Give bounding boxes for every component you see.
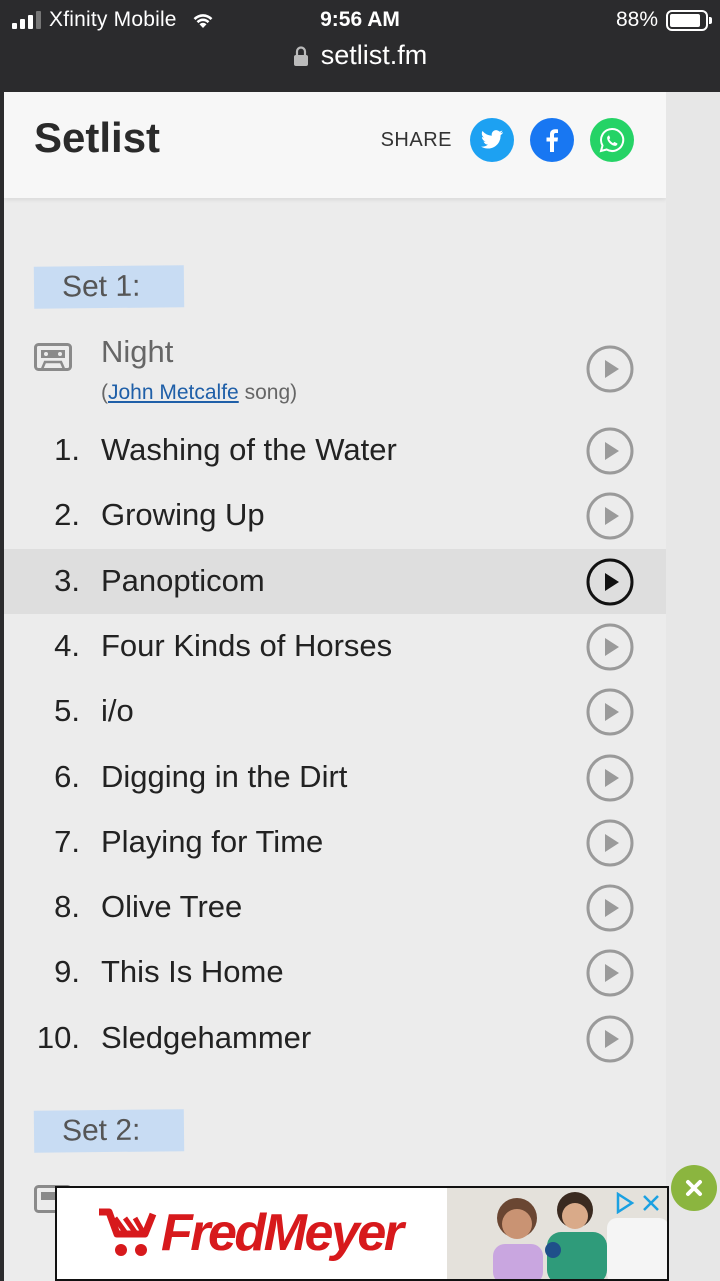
play-button[interactable] [586, 345, 634, 393]
song-row[interactable]: 6. Digging in the Dirt [4, 745, 666, 810]
play-button[interactable] [586, 884, 634, 932]
facebook-icon [546, 129, 558, 152]
share-bar: SHARE [381, 118, 634, 162]
song-row[interactable]: 3. Panopticom [4, 549, 666, 614]
song-title[interactable]: Digging in the Dirt [101, 759, 347, 795]
adchoices-icon[interactable] [615, 1192, 635, 1214]
ad-brand-name: FredMeyer [161, 1204, 404, 1262]
fred-meyer-cart-logo [99, 1208, 157, 1256]
song-number: 7. [54, 824, 80, 859]
twitter-icon [481, 130, 503, 149]
song-row[interactable]: 1. Washing of the Water [4, 418, 666, 483]
play-button[interactable] [586, 819, 634, 867]
url-text[interactable]: setlist.fm [321, 40, 428, 71]
song-title[interactable]: Growing Up [101, 497, 265, 533]
song-title[interactable]: Panopticom [101, 563, 265, 599]
attribution-open: ( [101, 381, 108, 404]
song-row[interactable]: 9. This Is Home [4, 940, 666, 1005]
page-title: Setlist [34, 114, 161, 161]
clock: 9:56 AM [320, 8, 400, 31]
whatsapp-share-button[interactable] [590, 118, 634, 162]
song-number: 9. [54, 954, 80, 989]
artist-link[interactable]: John Metcalfe [108, 381, 239, 404]
song-row[interactable]: 2. Growing Up [4, 483, 666, 548]
battery-icon [666, 9, 712, 31]
play-button[interactable] [586, 1015, 634, 1063]
song-number: 4. [54, 628, 80, 663]
close-icon [686, 1180, 702, 1196]
battery-group: 88% [615, 8, 712, 32]
close-ad-button[interactable] [671, 1165, 717, 1211]
battery-percent: 88% [615, 8, 658, 31]
song-number: 2. [54, 497, 80, 532]
set1-label-highlight: Set 1: [33, 265, 185, 309]
song-title[interactable]: Four Kinds of Horses [101, 628, 392, 664]
play-button[interactable] [586, 492, 634, 540]
play-button[interactable] [586, 949, 634, 997]
attribution-close: song) [238, 381, 298, 404]
song-title[interactable]: This Is Home [101, 954, 284, 990]
play-button[interactable] [586, 623, 634, 671]
intro-song-name: Night [101, 334, 174, 369]
song-row[interactable]: 8. Olive Tree [4, 875, 666, 940]
facebook-share-button[interactable] [530, 118, 574, 162]
set2-label: Set 2: [61, 1113, 141, 1148]
setlist-header: Setlist SHARE [4, 92, 666, 198]
song-number: 8. [54, 889, 80, 924]
intro-song-attribution: (John Metcalfe song) [101, 381, 297, 405]
song-row[interactable]: 10. Sledgehammer [4, 1006, 666, 1071]
share-label: SHARE [380, 128, 452, 151]
song-number: 6. [54, 759, 80, 794]
song-title[interactable]: Washing of the Water [101, 432, 397, 468]
address-bar[interactable]: setlist.fm [0, 40, 720, 71]
set2-label-highlight: Set 2: [33, 1109, 185, 1153]
play-button[interactable] [586, 558, 634, 606]
lock-icon [293, 45, 308, 66]
play-button[interactable] [586, 427, 634, 475]
ad-choices[interactable] [615, 1192, 661, 1214]
status-bar: Xfinity Mobile 9:56 AM 88% setlist.fm [0, 0, 720, 90]
ad-close-x-icon[interactable] [641, 1192, 661, 1214]
play-button[interactable] [586, 754, 634, 802]
play-button[interactable] [586, 688, 634, 736]
song-number: 10. [36, 1020, 80, 1055]
whatsapp-icon [599, 127, 625, 153]
ad-banner[interactable]: FredMeyer [55, 1186, 669, 1281]
song-title[interactable]: Olive Tree [101, 889, 242, 925]
song-row[interactable]: 4. Four Kinds of Horses [4, 614, 666, 679]
song-number: 1. [54, 432, 80, 467]
song-number: 5. [54, 693, 80, 728]
song-number: 3. [54, 563, 80, 598]
set1-label: Set 1: [61, 269, 141, 304]
page-gutter [666, 92, 720, 1281]
song-row[interactable]: 5. i/o [4, 679, 666, 744]
song-title[interactable]: Sledgehammer [101, 1020, 311, 1056]
tape-icon [34, 343, 72, 371]
song-title[interactable]: Playing for Time [101, 824, 323, 860]
twitter-share-button[interactable] [470, 118, 514, 162]
song-title[interactable]: i/o [101, 693, 134, 729]
song-row[interactable]: 7. Playing for Time [4, 810, 666, 875]
setlist-page: Setlist SHARE Set 1: Night (John Metcalf… [4, 92, 666, 1281]
